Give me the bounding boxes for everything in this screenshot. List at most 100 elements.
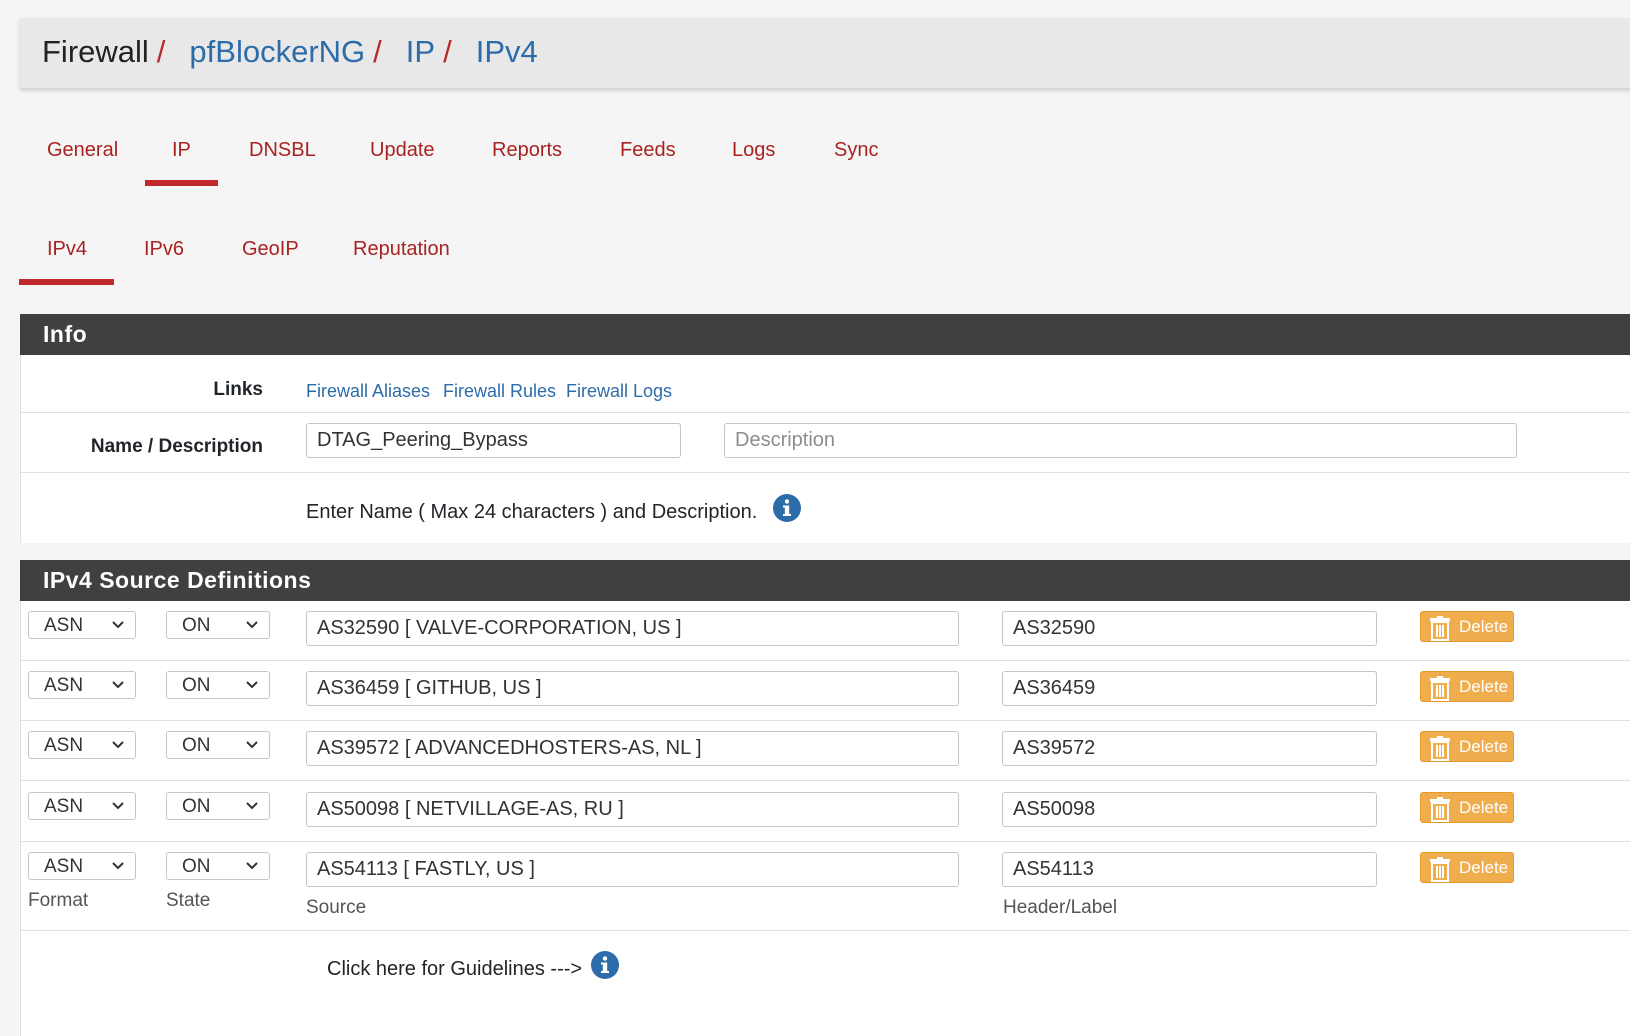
tab-update[interactable]: Update xyxy=(370,139,435,162)
header-label-input[interactable] xyxy=(1002,731,1377,766)
breadcrumb-ipv4[interactable]: IPv4 xyxy=(476,34,538,69)
format-column-label: Format xyxy=(28,890,89,911)
chevron-down-icon xyxy=(246,621,258,629)
format-select[interactable]: ASN xyxy=(28,792,136,820)
state-select[interactable]: ON xyxy=(166,792,270,820)
chevron-down-icon xyxy=(246,802,258,810)
trash-icon xyxy=(1430,676,1450,701)
tab-general[interactable]: General xyxy=(47,139,118,162)
delete-button-label: Delete xyxy=(1459,858,1509,877)
header-column-label: Header/Label xyxy=(1003,897,1118,918)
firewall-aliases-link[interactable]: Firewall Aliases xyxy=(306,381,430,402)
links-label: Links xyxy=(213,379,263,400)
format-select[interactable]: ASN xyxy=(28,611,136,639)
tab-ip[interactable]: IP xyxy=(172,139,191,162)
tab-feeds[interactable]: Feeds xyxy=(620,139,676,162)
source-input[interactable] xyxy=(306,852,959,887)
state-select-value: ON xyxy=(182,856,211,877)
breadcrumb-separator: / xyxy=(373,34,382,69)
tab-reports[interactable]: Reports xyxy=(492,139,562,162)
delete-button[interactable]: Delete xyxy=(1420,671,1514,702)
header-label-input[interactable] xyxy=(1002,671,1377,706)
info-panel-title: Info xyxy=(43,321,88,347)
chevron-down-icon xyxy=(246,862,258,870)
chevron-down-icon xyxy=(246,741,258,749)
format-select-value: ASN xyxy=(44,735,84,756)
name-help-text: Enter Name ( Max 24 characters ) and Des… xyxy=(306,501,758,523)
delete-button[interactable]: Delete xyxy=(1420,611,1514,642)
divider xyxy=(20,412,1630,413)
subtab-ipv6[interactable]: IPv6 xyxy=(144,238,184,261)
header-label-input[interactable] xyxy=(1002,792,1377,827)
name-input[interactable] xyxy=(306,423,681,458)
breadcrumb-separator: / xyxy=(443,34,452,69)
format-select-value: ASN xyxy=(44,796,84,817)
state-column-label: State xyxy=(166,890,211,911)
description-input[interactable] xyxy=(724,423,1517,458)
info-circle-icon[interactable] xyxy=(772,493,802,523)
row-divider xyxy=(20,720,1630,721)
state-select-value: ON xyxy=(182,735,211,756)
tab-dnsbl[interactable]: DNSBL xyxy=(249,139,316,162)
trash-icon xyxy=(1430,857,1450,882)
chevron-down-icon xyxy=(112,741,124,749)
source-input[interactable] xyxy=(306,731,959,766)
breadcrumb-separator: / xyxy=(156,34,166,69)
format-select[interactable]: ASN xyxy=(28,852,136,880)
format-select-value: ASN xyxy=(44,856,84,877)
tab-sync[interactable]: Sync xyxy=(834,139,878,162)
state-select-value: ON xyxy=(182,796,211,817)
divider xyxy=(20,930,1630,931)
state-select[interactable]: ON xyxy=(166,671,270,699)
breadcrumb-pfblockerng[interactable]: pfBlockerNG xyxy=(189,34,365,69)
header-label-input[interactable] xyxy=(1002,611,1377,646)
delete-button-label: Delete xyxy=(1459,677,1509,696)
delete-button[interactable]: Delete xyxy=(1420,731,1514,762)
format-select-value: ASN xyxy=(44,615,84,636)
chevron-down-icon xyxy=(112,862,124,870)
delete-button[interactable]: Delete xyxy=(1420,852,1514,883)
info-panel-header xyxy=(20,314,1630,355)
format-select-value: ASN xyxy=(44,675,84,696)
state-select[interactable]: ON xyxy=(166,731,270,759)
breadcrumb-firewall: Firewall xyxy=(42,34,149,69)
state-select[interactable]: ON xyxy=(166,611,270,639)
active-subtab-indicator xyxy=(19,279,114,285)
firewall-logs-link[interactable]: Firewall Logs xyxy=(566,381,672,402)
delete-button-label: Delete xyxy=(1459,737,1509,756)
info-circle-icon[interactable] xyxy=(590,950,620,980)
format-select[interactable]: ASN xyxy=(28,671,136,699)
source-input[interactable] xyxy=(306,792,959,827)
firewall-rules-link[interactable]: Firewall Rules xyxy=(443,381,556,402)
format-select[interactable]: ASN xyxy=(28,731,136,759)
source-panel-title: IPv4 Source Definitions xyxy=(43,567,312,593)
divider xyxy=(20,472,1630,473)
trash-icon xyxy=(1430,736,1450,761)
row-divider xyxy=(20,660,1630,661)
source-column-label: Source xyxy=(306,897,367,918)
row-divider xyxy=(20,780,1630,781)
header-label-input[interactable] xyxy=(1002,852,1377,887)
breadcrumb: Firewall / pfBlockerNG / IP / IPv4 xyxy=(42,34,538,70)
source-input[interactable] xyxy=(306,611,959,646)
tab-logs[interactable]: Logs xyxy=(732,139,775,162)
name-description-label: Name / Description xyxy=(90,436,263,457)
trash-icon xyxy=(1430,797,1450,822)
breadcrumb-ip[interactable]: IP xyxy=(406,34,435,69)
delete-button[interactable]: Delete xyxy=(1420,792,1514,823)
chevron-down-icon xyxy=(112,621,124,629)
state-select-value: ON xyxy=(182,675,211,696)
subtab-ipv4[interactable]: IPv4 xyxy=(47,238,87,261)
subtab-geoip[interactable]: GeoIP xyxy=(242,238,299,261)
chevron-down-icon xyxy=(112,681,124,689)
chevron-down-icon xyxy=(246,681,258,689)
delete-button-label: Delete xyxy=(1459,617,1509,636)
chevron-down-icon xyxy=(112,802,124,810)
delete-button-label: Delete xyxy=(1459,798,1509,817)
trash-icon xyxy=(1430,616,1450,641)
guidelines-link[interactable]: Click here for Guidelines ---> xyxy=(327,958,582,981)
subtab-reputation[interactable]: Reputation xyxy=(353,238,450,261)
source-input[interactable] xyxy=(306,671,959,706)
state-select[interactable]: ON xyxy=(166,852,270,880)
row-divider xyxy=(20,841,1630,842)
